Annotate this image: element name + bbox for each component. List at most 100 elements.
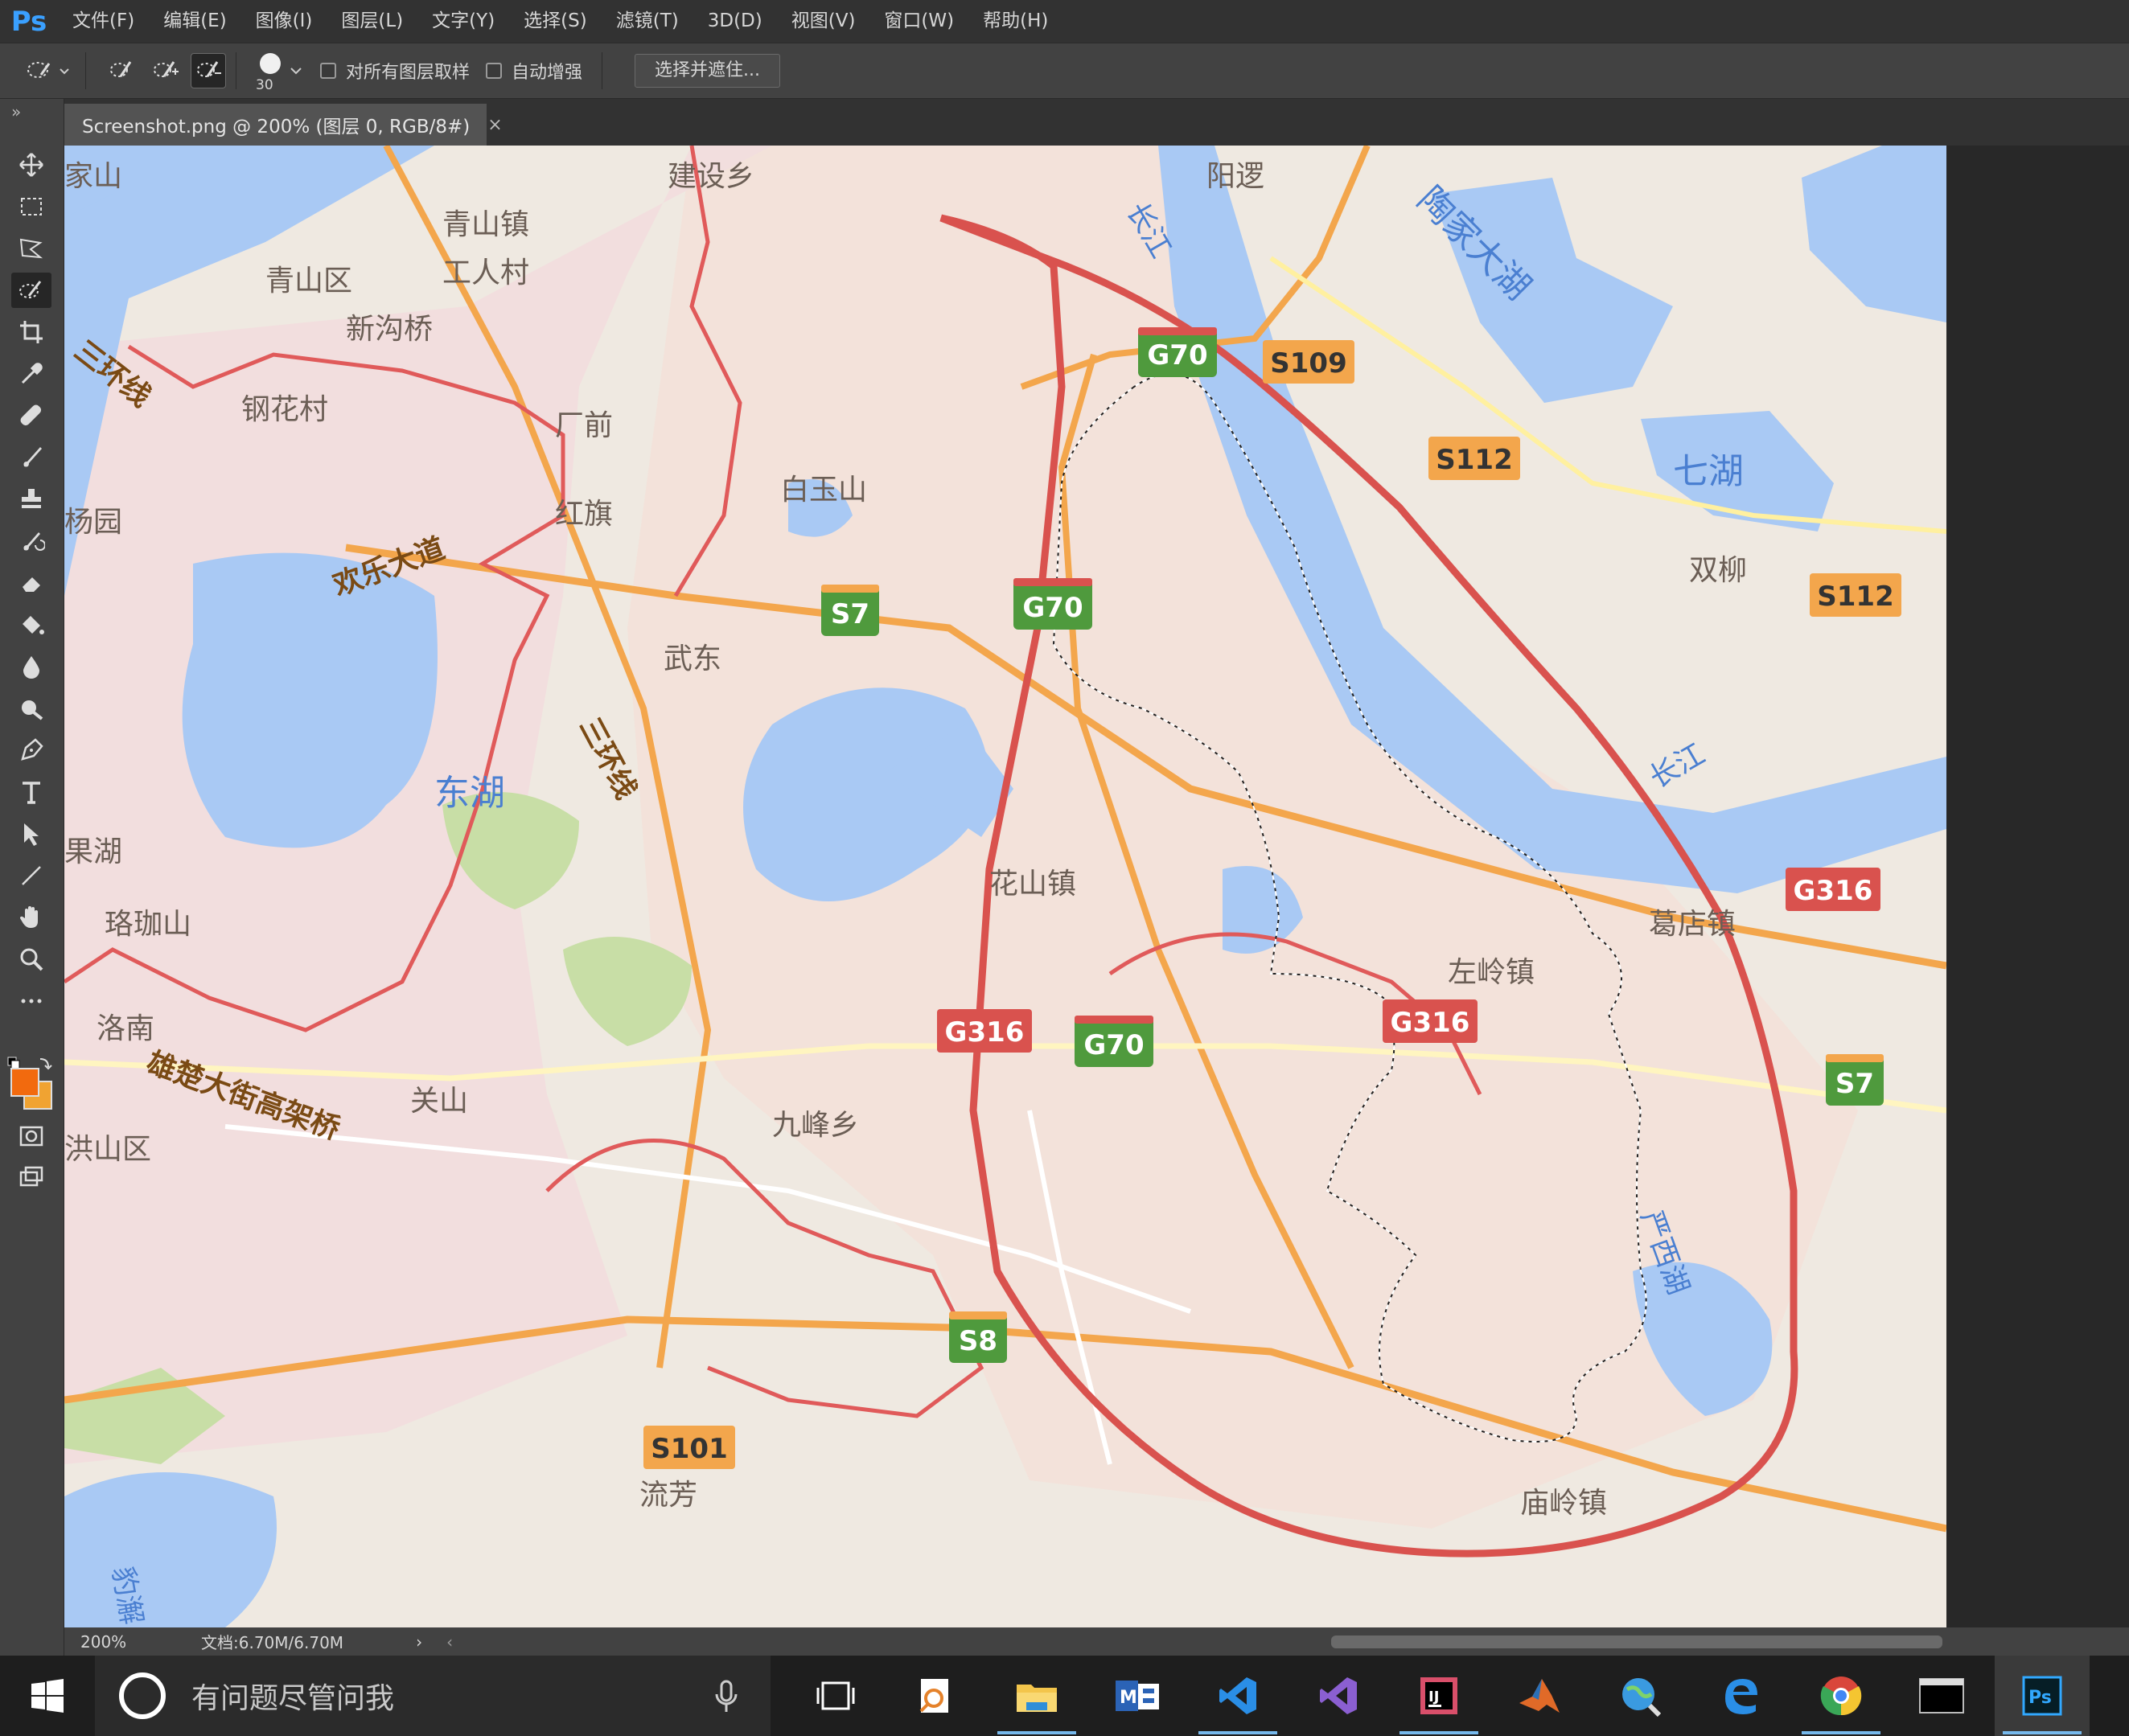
- taskbar-app-terminal[interactable]: [1894, 1656, 1989, 1736]
- scroll-left-arrow[interactable]: ‹: [446, 1632, 453, 1652]
- brush-size-picker[interactable]: 30: [251, 47, 288, 95]
- eraser-tool[interactable]: [11, 565, 51, 601]
- zoom-level-field[interactable]: 200%: [64, 1632, 145, 1652]
- clone-stamp-tool[interactable]: [11, 482, 51, 517]
- map-label: 花山镇: [989, 868, 1076, 901]
- map-label: 珞珈山: [105, 908, 191, 941]
- checkbox-box[interactable]: [320, 63, 336, 79]
- microphone-icon[interactable]: [714, 1680, 738, 1713]
- history-brush-tool[interactable]: [11, 523, 51, 559]
- crop-tool[interactable]: [11, 314, 51, 350]
- document-tab[interactable]: Screenshot.png @ 200% (图层 0, RGB/8#) ×: [64, 104, 503, 146]
- dodge-icon: [22, 700, 43, 720]
- select-and-mask-button[interactable]: 选择并遮住...: [635, 54, 781, 88]
- auto-enhance-label: 自动增强: [512, 63, 583, 83]
- highway-shield-s112: S112: [1428, 437, 1520, 480]
- taskbar-app-edge[interactable]: [1693, 1656, 1788, 1736]
- collapse-panel-icon[interactable]: »: [11, 102, 21, 121]
- ellipsis-icon: [21, 999, 42, 1003]
- menu-file[interactable]: 文件(F): [58, 0, 149, 43]
- highway-shield-g316: G316: [1383, 999, 1478, 1043]
- taskbar-app-visual-studio[interactable]: [1291, 1656, 1386, 1736]
- type-tool[interactable]: [11, 774, 51, 810]
- add-to-selection-button[interactable]: [147, 53, 183, 88]
- highway-shield-s7: S7: [821, 585, 879, 636]
- taskbar-app-intellij[interactable]: IJ: [1391, 1656, 1486, 1736]
- menu-filter[interactable]: 滤镜(T): [602, 0, 693, 43]
- pen-tool[interactable]: [11, 733, 51, 768]
- canvas-area[interactable]: 家山 建设乡 阳逻 青山镇 青山区 工人村 新沟桥 钢花村 厂前 白玉山 双柳 …: [64, 146, 2129, 1627]
- screen-mode-tool[interactable]: [11, 1160, 51, 1196]
- taskbar-app-chrome[interactable]: [1794, 1656, 1889, 1736]
- start-button[interactable]: [0, 1656, 95, 1736]
- menu-3d[interactable]: 3D(D): [693, 0, 777, 43]
- healing-brush-tool[interactable]: [11, 398, 51, 433]
- eyedropper-tool[interactable]: [11, 356, 51, 392]
- quick-mask-tool[interactable]: [11, 1118, 51, 1154]
- path-selection-tool[interactable]: [11, 816, 51, 852]
- brush-tool[interactable]: [11, 440, 51, 475]
- lasso-tool[interactable]: [11, 231, 51, 266]
- cortana-search-box[interactable]: 有问题尽管问我: [95, 1656, 771, 1736]
- new-selection-button[interactable]: [104, 53, 139, 88]
- marquee-icon: [21, 198, 42, 215]
- auto-enhance-checkbox[interactable]: 自动增强: [486, 58, 582, 84]
- paint-bucket-tool[interactable]: [11, 607, 51, 642]
- map-label: 九峰乡: [772, 1109, 859, 1142]
- document-canvas[interactable]: 家山 建设乡 阳逻 青山镇 青山区 工人村 新沟桥 钢花村 厂前 白玉山 双柳 …: [64, 146, 1946, 1627]
- menu-edit[interactable]: 编辑(E): [149, 0, 240, 43]
- svg-text:S101: S101: [651, 1433, 727, 1465]
- svg-text:IJ: IJ: [1428, 1689, 1439, 1705]
- menu-select[interactable]: 选择(S): [509, 0, 602, 43]
- taskbar-app-globe-search[interactable]: [1593, 1656, 1687, 1736]
- menu-layer[interactable]: 图层(L): [327, 0, 417, 43]
- blur-tool[interactable]: [11, 649, 51, 684]
- pen-icon: [21, 738, 43, 761]
- tool-preset-picker[interactable]: [19, 53, 76, 88]
- subtract-from-selection-button[interactable]: [191, 53, 226, 88]
- horizontal-scrollbar[interactable]: [1331, 1635, 1942, 1648]
- sample-all-layers-checkbox[interactable]: 对所有图层取样: [320, 58, 470, 84]
- highway-shield-s101: S101: [643, 1426, 735, 1469]
- menu-view[interactable]: 视图(V): [777, 0, 870, 43]
- quick-selection-tool[interactable]: [11, 273, 51, 308]
- menu-help[interactable]: 帮助(H): [968, 0, 1062, 43]
- status-menu-arrow[interactable]: ›: [416, 1632, 422, 1652]
- more-tools[interactable]: [11, 983, 51, 1019]
- map-label: 家山: [64, 160, 122, 193]
- dodge-tool[interactable]: [11, 691, 51, 726]
- menu-image[interactable]: 图像(I): [241, 0, 327, 43]
- checkbox-box[interactable]: [486, 63, 503, 79]
- map-label: 青山镇: [442, 208, 529, 241]
- map-label: 葛店镇: [1649, 908, 1736, 941]
- taskbar-app-file-explorer[interactable]: [989, 1656, 1084, 1736]
- menu-window[interactable]: 窗口(W): [869, 0, 968, 43]
- marquee-tool[interactable]: [11, 189, 51, 224]
- windows-taskbar: 有问题尽管问我 M IJ Ps: [0, 1656, 2129, 1736]
- task-view-button[interactable]: [788, 1656, 883, 1736]
- close-icon[interactable]: ×: [487, 115, 502, 135]
- canvas-pasteboard: [1946, 146, 2129, 1627]
- highway-shield-g316: G316: [1786, 868, 1880, 911]
- windows-logo-icon: [31, 1679, 64, 1713]
- map-label: 左岭镇: [1448, 956, 1535, 989]
- magnifier-icon: [20, 948, 43, 971]
- vscode-icon: [1219, 1677, 1256, 1714]
- taskbar-app-matlab[interactable]: [1492, 1656, 1587, 1736]
- chevron-down-icon[interactable]: [288, 63, 304, 79]
- menu-type[interactable]: 文字(Y): [417, 0, 509, 43]
- water-label: 东湖: [434, 773, 505, 814]
- brush-tip-icon: [260, 53, 281, 74]
- color-picker-icon: [7, 1057, 52, 1110]
- taskbar-app-vscode[interactable]: [1190, 1656, 1285, 1736]
- taskbar-app-photoshop[interactable]: Ps: [1995, 1656, 2090, 1736]
- taskbar-app-mindmap[interactable]: M: [1090, 1656, 1185, 1736]
- hand-tool[interactable]: [11, 900, 51, 935]
- map-label: 建设乡: [668, 160, 754, 193]
- color-swatches[interactable]: [6, 1056, 55, 1112]
- line-tool[interactable]: [11, 858, 51, 893]
- zoom-tool[interactable]: [11, 942, 51, 977]
- move-tool[interactable]: [11, 147, 51, 183]
- photoshop-icon: Ps: [2022, 1676, 2062, 1716]
- taskbar-app-viewer[interactable]: [889, 1656, 984, 1736]
